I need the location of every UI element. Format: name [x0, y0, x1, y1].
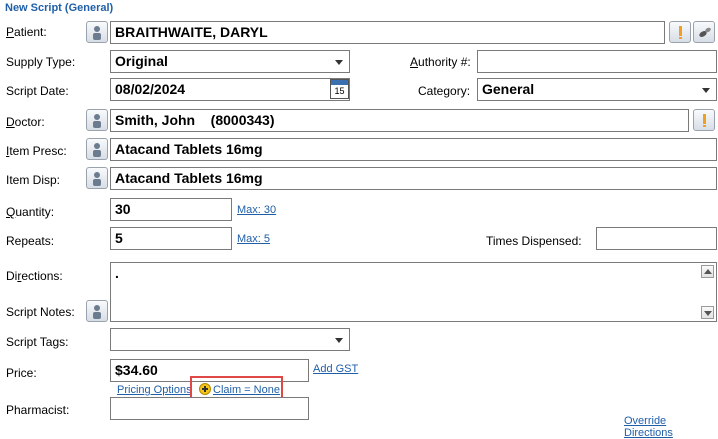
- times-dispensed-label: Times Dispensed:: [486, 234, 582, 248]
- quantity-label: Quantity:: [6, 205, 55, 219]
- patient-extra-button[interactable]: [693, 21, 715, 43]
- script-tags-select[interactable]: [110, 328, 350, 351]
- patient-alert-button[interactable]: [669, 21, 691, 43]
- script-tags-label: Script Tags:: [6, 335, 69, 349]
- pricing-options-link[interactable]: Pricing Options: [117, 384, 192, 396]
- warning-icon: [703, 114, 706, 127]
- authority-field[interactable]: [477, 50, 717, 73]
- category-select[interactable]: General: [477, 78, 717, 101]
- script-notes-button[interactable]: [86, 300, 108, 322]
- pills-icon: [699, 27, 711, 37]
- directions-textarea[interactable]: .: [110, 262, 717, 322]
- chevron-down-icon: [335, 338, 343, 343]
- pharmacist-field[interactable]: [110, 397, 309, 420]
- claim-link[interactable]: Claim = None: [213, 384, 280, 396]
- doctor-field[interactable]: Smith, John (8000343): [110, 109, 689, 132]
- item-disp-label: Item Disp:: [6, 173, 61, 187]
- person-icon: [93, 172, 101, 186]
- script-date-label: Script Date:: [6, 84, 69, 98]
- item-presc-field[interactable]: Atacand Tablets 16mg: [110, 138, 717, 161]
- supply-type-value: Original: [115, 53, 168, 69]
- person-icon: [93, 305, 101, 319]
- scroll-up-button[interactable]: [701, 265, 714, 278]
- repeats-label: Repeats:: [6, 234, 55, 248]
- item-disp-lookup-button[interactable]: [86, 167, 108, 189]
- window-title: New Script (General): [5, 2, 114, 14]
- item-presc-label: Item Presc:: [6, 144, 67, 158]
- doctor-lookup-button[interactable]: [86, 109, 108, 131]
- price-label: Price:: [6, 366, 37, 380]
- warning-icon: [679, 26, 682, 39]
- chevron-down-icon: [335, 60, 343, 65]
- max-quantity-link[interactable]: Max: 30: [237, 204, 276, 216]
- quantity-field[interactable]: 30: [110, 198, 232, 221]
- person-icon: [93, 26, 101, 40]
- item-presc-lookup-button[interactable]: [86, 138, 108, 160]
- scroll-down-button[interactable]: [701, 306, 714, 319]
- supply-type-select[interactable]: Original: [110, 50, 350, 73]
- calendar-button[interactable]: 15: [330, 79, 349, 99]
- doctor-alert-button[interactable]: [693, 109, 715, 131]
- script-notes-label: Script Notes:: [6, 305, 75, 319]
- pharmacist-label: Pharmacist:: [6, 403, 70, 417]
- category-label: Category:: [418, 84, 471, 98]
- directions-label: Directions:: [6, 269, 63, 283]
- scroll-down-icon: [704, 311, 712, 316]
- category-value: General: [482, 81, 535, 97]
- add-gst-link[interactable]: Add GST: [313, 363, 358, 375]
- doctor-label: Doctor:: [6, 115, 45, 129]
- directions-value: .: [115, 265, 119, 281]
- item-disp-field[interactable]: Atacand Tablets 16mg: [110, 167, 717, 190]
- patient-field[interactable]: BRAITHWAITE, DARYL: [110, 21, 665, 44]
- supply-type-label: Supply Type:: [6, 55, 76, 69]
- patient-lookup-button[interactable]: [86, 21, 108, 43]
- plus-icon[interactable]: [199, 383, 211, 395]
- scroll-up-icon: [704, 269, 712, 274]
- script-date-field[interactable]: 08/02/2024: [110, 78, 350, 101]
- calendar-day: 15: [334, 86, 345, 96]
- chevron-down-icon: [702, 88, 710, 93]
- script-date-value: 08/02/2024: [115, 81, 186, 97]
- person-icon: [93, 114, 101, 128]
- override-directions-link[interactable]: Override Directions: [624, 415, 718, 439]
- authority-label: Authority #:: [410, 55, 471, 69]
- patient-label: Patient:: [6, 25, 47, 39]
- repeats-field[interactable]: 5: [110, 227, 232, 250]
- max-repeats-link[interactable]: Max: 5: [237, 233, 270, 245]
- times-dispensed-field[interactable]: [596, 227, 717, 250]
- person-icon: [93, 143, 101, 157]
